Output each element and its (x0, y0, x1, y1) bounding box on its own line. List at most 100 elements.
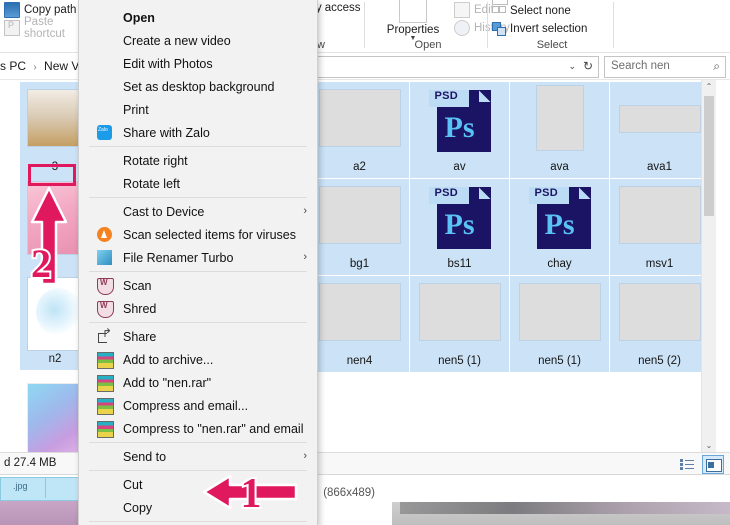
menu-item-share-with-zalo[interactable]: Share with Zalo (79, 123, 317, 142)
ribbon-invert-selection[interactable]: Invert selection (492, 20, 587, 37)
psd-file-icon: PSD Ps (428, 86, 491, 152)
menu-item-scan[interactable]: Scan (79, 276, 317, 295)
psd-badge-label: PSD (534, 187, 559, 199)
annotation-number: 2 (31, 242, 51, 284)
status-text: d 27.4 MB (4, 457, 57, 469)
annotation-3-highlight-box (28, 164, 76, 186)
file-thumbnail (319, 284, 400, 340)
menu-item-compress-to-nen-rar-and-email[interactable]: Compress to "nen.rar" and email (79, 419, 317, 438)
menu-item-edit-with-photos[interactable]: Edit with Photos (79, 54, 317, 73)
taskbar-thumb-label: .jpg (13, 481, 28, 491)
list-item[interactable]: msv1 (610, 179, 709, 275)
file-name: nen4 (346, 355, 373, 367)
scroll-down-icon[interactable]: ⌄ (702, 439, 716, 453)
menu-item-label: Share (123, 329, 157, 344)
context-menu[interactable]: Open Create a new video Edit with Photos… (78, 0, 318, 525)
list-item[interactable]: nen4 (310, 276, 409, 372)
menu-item-label: Add to "nen.rar" (123, 375, 212, 390)
menu-item-shred[interactable]: Shred (79, 299, 317, 318)
list-item[interactable]: PSD Ps bs11 (410, 179, 509, 275)
menu-item-create-a-new-video[interactable]: Create a new video (79, 31, 317, 50)
file-name: nen5 (2) (638, 355, 681, 367)
menu-item-set-as-desktop-background[interactable]: Set as desktop background (79, 77, 317, 96)
menu-item-add-to-nen-rar[interactable]: Add to "nen.rar" (79, 373, 317, 392)
chevron-right-icon: › (303, 205, 307, 217)
file-thumbnail (519, 284, 600, 340)
menu-item-print[interactable]: Print (79, 100, 317, 119)
winrar-icon (97, 375, 114, 392)
search-placeholder: Search nen (611, 60, 670, 72)
list-item[interactable]: bg1 (310, 179, 409, 275)
ribbon-group-open: Properties ▼ Edit History Open (368, 0, 510, 52)
menu-item-rotate-left[interactable]: Rotate left (79, 174, 317, 193)
list-item[interactable]: nen5 (2) (610, 276, 709, 372)
menu-item-label: Scan (123, 278, 152, 293)
copy-path-icon (4, 1, 20, 18)
menu-item-label: Copy (123, 500, 153, 515)
menu-separator (89, 271, 307, 272)
menu-item-label: Cast to Device (123, 204, 205, 219)
menu-item-open[interactable]: Open (79, 8, 317, 27)
menu-separator (89, 442, 307, 443)
list-item[interactable]: a2 (310, 82, 409, 178)
menu-item-label: Open (123, 10, 155, 25)
details-view-button[interactable] (676, 455, 698, 474)
menu-item-label: Scan selected items for viruses (123, 227, 296, 242)
menu-item-rotate-right[interactable]: Rotate right (79, 151, 317, 170)
file-name: ava (550, 161, 569, 173)
menu-item-file-renamer-turbo[interactable]: File Renamer Turbo › (79, 248, 317, 267)
ribbon-copy-path-label: Copy path (24, 3, 77, 16)
psd-badge-label: PSD (434, 187, 459, 199)
menu-item-share[interactable]: Share (79, 326, 317, 346)
ribbon-select-none[interactable]: Select none (492, 2, 571, 19)
share-icon (97, 326, 112, 344)
ribbon-separator (487, 2, 488, 48)
chevron-right-icon: › (303, 450, 307, 462)
ribbon-invert-selection-label: Invert selection (510, 22, 588, 35)
file-name: bs11 (447, 258, 472, 270)
search-input[interactable]: Search nen ⌕ (604, 56, 726, 78)
avast-icon (97, 227, 112, 242)
properties-button[interactable]: Properties ▼ (376, 0, 450, 42)
file-name: chay (547, 258, 572, 270)
details-view-icon (680, 459, 694, 470)
menu-item-add-to-archive[interactable]: Add to archive... (79, 350, 317, 369)
chevron-down-icon[interactable]: ⌄ (568, 61, 576, 72)
menu-item-label: Cut (123, 477, 143, 492)
list-item[interactable]: ava (510, 82, 609, 178)
menu-item-compress-and-email[interactable]: Compress and email... (79, 396, 317, 415)
winrar-icon (97, 421, 114, 438)
invert-selection-icon (492, 21, 506, 36)
list-item[interactable]: ava1 (610, 82, 709, 178)
file-thumbnail (536, 86, 583, 150)
menu-item-label: Print (123, 102, 149, 117)
list-item[interactable]: nen5 (1) (410, 276, 509, 372)
winrar-icon (97, 352, 114, 369)
breadcrumb-item-1[interactable]: New V (44, 59, 79, 73)
breadcrumb-item-0[interactable]: s PC (0, 59, 26, 73)
menu-item-send-to[interactable]: Send to › (79, 447, 317, 466)
address-input[interactable]: ⌄ ↻ (316, 56, 599, 78)
menu-item-label: Shred (123, 301, 157, 316)
menu-item-label: Send to (123, 449, 167, 464)
scroll-up-icon[interactable]: ⌃ (702, 80, 716, 94)
menu-item-scan-selected-items-for-viruses[interactable]: Scan selected items for viruses (79, 225, 317, 244)
navigation-pane[interactable] (0, 80, 10, 453)
vertical-scrollbar[interactable]: ⌃ ⌄ (701, 80, 716, 453)
annotation-1-badge: 1 (239, 470, 264, 514)
ribbon-select-caption: Select (536, 39, 568, 51)
ribbon-group-select: Select all Select none Invert selection … (490, 0, 614, 52)
breadcrumb[interactable]: s PC › New V (0, 59, 79, 73)
menu-item-cast-to-device[interactable]: Cast to Device › (79, 202, 317, 221)
scrollbar-thumb[interactable] (704, 96, 714, 216)
list-item[interactable]: PSD Ps av (410, 82, 509, 178)
list-item[interactable]: nen5 (1) (510, 276, 609, 372)
file-thumbnail (619, 284, 700, 340)
refresh-icon[interactable]: ↻ (583, 59, 593, 73)
list-item[interactable]: PSD Ps chay (510, 179, 609, 275)
large-icons-view-button[interactable] (702, 455, 724, 474)
menu-item-label: Compress to "nen.rar" and email (123, 421, 304, 436)
breadcrumb-separator: › (33, 62, 37, 73)
ribbon-select-none-label: Select none (510, 4, 571, 17)
preview-image-strip (400, 502, 730, 514)
